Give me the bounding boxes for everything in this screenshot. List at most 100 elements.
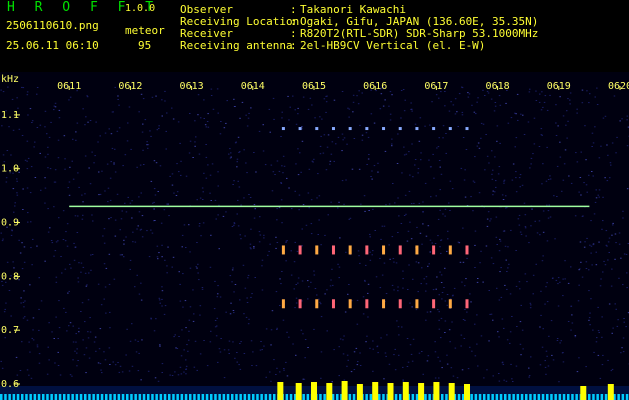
noise-dot <box>36 245 38 247</box>
noise-dot <box>248 194 250 195</box>
noise-dot <box>200 235 202 237</box>
noise-dot <box>346 354 349 356</box>
activity-bar-noise <box>147 394 150 400</box>
noise-dot <box>562 295 564 297</box>
noise-dot <box>474 244 476 246</box>
noise-dot <box>515 177 517 179</box>
noise-dot <box>597 194 599 196</box>
noise-dot <box>275 291 278 293</box>
activity-bar-noise <box>273 394 276 400</box>
noise-dot <box>397 197 399 199</box>
noise-dot <box>548 204 550 206</box>
noise-dot <box>442 125 445 127</box>
noise-dot <box>402 379 404 381</box>
noise-dot <box>434 351 437 353</box>
noise-dot <box>367 158 370 160</box>
noise-dot <box>578 269 580 271</box>
noise-dot <box>526 281 528 283</box>
noise-dot <box>544 360 546 362</box>
noise-dot <box>545 180 548 182</box>
noise-dot <box>352 111 354 113</box>
noise-dot <box>606 180 609 182</box>
noise-dot <box>28 341 30 343</box>
tone-mark <box>432 299 436 309</box>
activity-bar-noise <box>588 394 591 400</box>
noise-dot <box>618 232 621 234</box>
noise-dot <box>187 350 189 352</box>
noise-dot <box>3 161 6 163</box>
noise-dot <box>74 350 76 352</box>
noise-dot <box>407 361 410 363</box>
noise-dot <box>119 365 122 367</box>
noise-dot <box>95 121 97 123</box>
noise-dot <box>29 284 31 286</box>
noise-dot <box>505 102 507 104</box>
noise-dot <box>419 232 422 234</box>
noise-dot <box>46 373 49 375</box>
noise-dot <box>486 369 488 371</box>
noise-dot <box>469 293 471 295</box>
noise-dot <box>383 262 386 264</box>
noise-dot <box>296 250 299 252</box>
noise-dot <box>313 328 315 330</box>
noise-dot <box>247 117 250 119</box>
noise-dot <box>449 210 451 211</box>
noise-dot <box>490 218 492 220</box>
noise-dot <box>550 320 553 322</box>
noise-dot <box>124 202 126 204</box>
noise-dot <box>364 279 366 281</box>
noise-dot <box>160 222 163 224</box>
noise-dot <box>283 165 286 167</box>
noise-dot <box>283 368 285 369</box>
noise-dot <box>494 191 496 193</box>
noise-dot <box>581 89 584 91</box>
noise-dot <box>440 173 443 175</box>
noise-dot <box>410 203 413 205</box>
noise-dot <box>370 176 372 177</box>
noise-dot <box>429 251 431 253</box>
noise-dot <box>68 99 70 101</box>
noise-dot <box>80 311 82 312</box>
activity-bar-noise <box>445 394 448 400</box>
noise-dot <box>342 139 344 141</box>
noise-dot <box>527 121 530 123</box>
noise-dot <box>369 347 371 349</box>
noise-dot <box>131 323 133 325</box>
activity-bar-noise <box>75 394 79 400</box>
noise-dot <box>66 245 69 247</box>
noise-dot <box>497 331 499 333</box>
meteor-count: 95 <box>138 39 152 52</box>
y-axis-label: kHz <box>1 74 19 85</box>
activity-bar-noise <box>126 394 129 400</box>
noise-dot <box>415 261 418 263</box>
noise-dot <box>110 217 112 219</box>
noise-dot <box>209 341 212 343</box>
activity-bar-noise <box>67 394 70 400</box>
noise-dot <box>547 217 550 219</box>
noise-dot <box>261 259 264 261</box>
noise-dot <box>499 271 501 273</box>
noise-dot <box>289 106 291 108</box>
noise-dot <box>47 346 49 348</box>
noise-dot <box>450 101 452 103</box>
noise-dot <box>564 260 566 262</box>
noise-dot <box>333 99 336 101</box>
noise-dot <box>396 163 399 164</box>
noise-dot <box>346 143 348 145</box>
activity-bar <box>372 382 379 400</box>
noise-dot <box>465 278 467 280</box>
noise-dot <box>474 323 476 325</box>
noise-dot <box>31 264 33 266</box>
noise-dot <box>365 341 367 343</box>
noise-dot <box>438 377 440 379</box>
noise-dot <box>173 192 175 194</box>
noise-dot <box>523 202 526 204</box>
noise-dot <box>359 365 362 366</box>
noise-dot <box>358 90 360 92</box>
noise-dot <box>320 351 323 353</box>
noise-dot <box>295 123 298 125</box>
noise-dot <box>140 299 143 301</box>
noise-dot <box>410 102 412 104</box>
noise-dot <box>33 146 35 148</box>
noise-dot <box>299 152 301 154</box>
